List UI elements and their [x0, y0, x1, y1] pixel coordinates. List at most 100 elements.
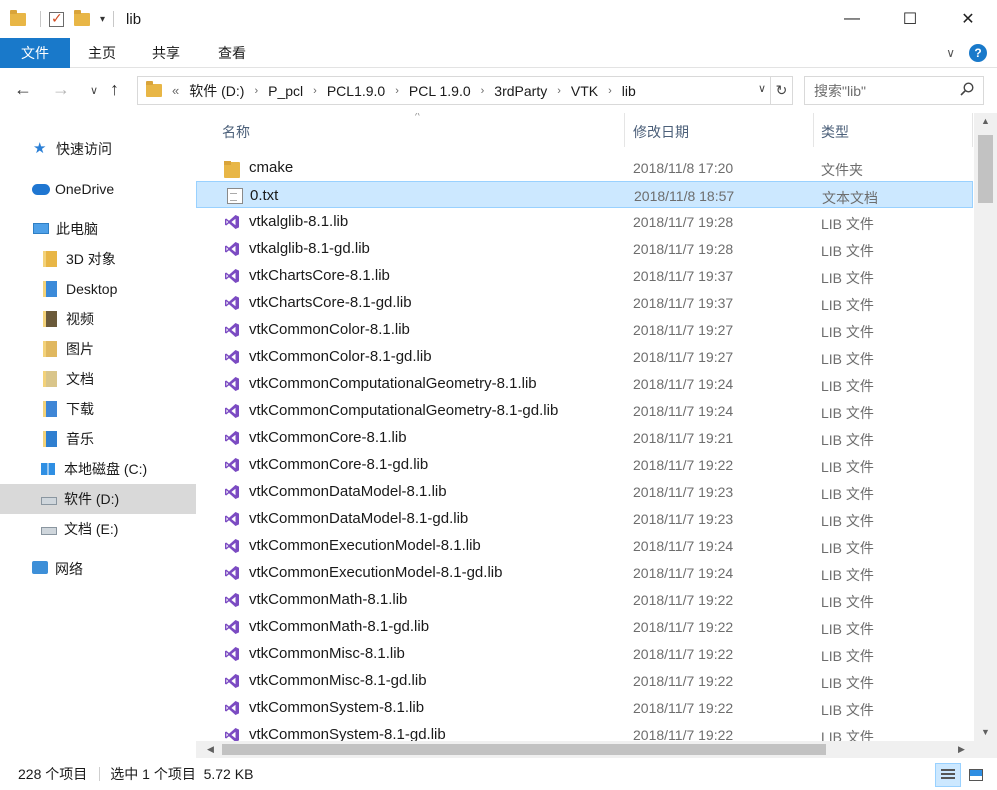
breadcrumb-item[interactable]: 3rdParty — [494, 83, 547, 99]
breadcrumb-separator-icon[interactable]: › — [313, 85, 317, 97]
breadcrumb-separator-icon[interactable]: › — [481, 85, 485, 97]
customize-toolbar-icon[interactable]: ▾ — [100, 14, 105, 25]
file-row[interactable]: vtkCommonDataModel-8.1-gd.lib 2018/11/7 1… — [196, 505, 973, 532]
file-modified-date: 2018/11/7 19:22 — [633, 457, 734, 473]
scroll-right-icon[interactable]: ▶ — [953, 741, 970, 758]
breadcrumb-item[interactable]: PCL1.9.0 — [327, 83, 385, 99]
recent-locations-button[interactable]: ∨ — [90, 84, 98, 97]
sidebar-item-network[interactable]: 网络 — [0, 554, 196, 584]
file-row[interactable]: vtkCommonMath-8.1.lib 2018/11/7 19:22 LIB … — [196, 586, 973, 613]
sidebar-item-this-pc[interactable]: 此电脑 — [0, 214, 196, 244]
details-view-button[interactable] — [935, 763, 961, 787]
sidebar-item-videos[interactable]: 视频 — [0, 304, 196, 334]
breadcrumb-item[interactable]: VTK — [571, 83, 598, 99]
breadcrumb-separator-icon[interactable]: › — [557, 85, 561, 97]
lib-file-icon — [224, 619, 240, 635]
scroll-left-icon[interactable]: ◀ — [202, 741, 219, 758]
help-icon[interactable]: ? — [969, 44, 987, 62]
scroll-up-icon[interactable]: ▲ — [974, 113, 997, 130]
large-icons-view-icon — [969, 769, 983, 781]
breadcrumb-separator-icon[interactable]: › — [254, 85, 258, 97]
tab-view[interactable]: 查看 — [218, 38, 246, 68]
new-folder-icon[interactable] — [74, 9, 90, 26]
sidebar-item-downloads[interactable]: 下载 — [0, 394, 196, 424]
file-row[interactable]: vtkCommonMath-8.1-gd.lib 2018/11/7 19:22 L… — [196, 613, 973, 640]
forward-button[interactable]: → — [52, 79, 70, 100]
breadcrumb-item[interactable]: PCL 1.9.0 — [409, 83, 471, 99]
file-row[interactable]: vtkCommonMisc-8.1-gd.lib 2018/11/7 19:22 L… — [196, 667, 973, 694]
properties-icon[interactable] — [49, 10, 64, 27]
file-row[interactable]: vtkChartsCore-8.1-gd.lib 2018/11/7 19:37 L… — [196, 289, 973, 316]
file-row[interactable]: cmake 2018/11/8 17:20 文件夹 — [196, 154, 973, 181]
breadcrumb-item[interactable]: lib — [622, 83, 636, 99]
file-modified-date: 2018/11/7 19:22 — [633, 619, 734, 635]
file-row[interactable]: vtkCommonColor-8.1-gd.lib 2018/11/7 19:27… — [196, 343, 973, 370]
sidebar-item-pictures[interactable]: 图片 — [0, 334, 196, 364]
breadcrumb-item[interactable]: P_pcl — [268, 83, 303, 99]
address-dropdown-icon[interactable]: ∨ — [758, 82, 766, 95]
file-row[interactable]: vtkalglib-8.1-gd.lib 2018/11/7 19:28 LIB 文… — [196, 235, 973, 262]
refresh-button[interactable]: ↻ — [770, 77, 792, 104]
column-divider[interactable] — [972, 113, 973, 147]
sidebar-item-quick-access[interactable]: ★ 快速访问 — [0, 134, 196, 164]
sort-ascending-icon: ^ — [415, 113, 420, 122]
up-button[interactable]: ↑ — [110, 79, 119, 100]
file-row[interactable]: vtkCommonMisc-8.1.lib 2018/11/7 19:22 LIB … — [196, 640, 973, 667]
horizontal-scrollbar[interactable]: ◀ ▶ — [196, 741, 974, 758]
file-row[interactable]: vtkCommonCore-8.1-gd.lib 2018/11/7 19:22 L… — [196, 451, 973, 478]
file-row[interactable]: vtkCommonSystem-8.1.lib 2018/11/7 19:22 LI… — [196, 694, 973, 721]
sidebar-item-drive-e[interactable]: 文档 (E:) — [0, 514, 196, 544]
search-input[interactable] — [805, 77, 955, 104]
file-row[interactable]: 0.txt 2018/11/8 18:57 文本文档 — [196, 181, 973, 208]
sidebar-item-label: 此电脑 — [56, 221, 98, 237]
minimize-button[interactable]: — — [823, 0, 881, 38]
file-row[interactable]: vtkCommonExecutionModel-8.1.lib 2018/11/7… — [196, 532, 973, 559]
file-modified-date: 2018/11/7 19:28 — [633, 214, 734, 230]
breadcrumb-overflow[interactable]: « — [172, 83, 179, 98]
sidebar-item-music[interactable]: 音乐 — [0, 424, 196, 454]
column-header-type[interactable]: 类型 — [821, 122, 849, 142]
sidebar-item-drive-d[interactable]: 软件 (D:) — [0, 484, 196, 514]
large-icons-view-button[interactable] — [963, 763, 989, 787]
sidebar-item-drive-c[interactable]: 本地磁盘 (C:) — [0, 454, 196, 484]
file-row[interactable]: vtkCommonColor-8.1.lib 2018/11/7 19:27 LIB… — [196, 316, 973, 343]
column-divider[interactable] — [813, 113, 814, 147]
scrollbar-thumb[interactable] — [978, 135, 993, 203]
address-bar[interactable]: « 软件 (D:) › P_pcl › PCL1.9.0 › PCL 1.9.0… — [137, 76, 793, 105]
sidebar-item-onedrive[interactable]: OneDrive — [0, 174, 196, 204]
pictures-icon — [43, 341, 59, 357]
file-row[interactable]: vtkCommonComputationalGeometry-8.1.lib 20… — [196, 370, 973, 397]
file-row[interactable]: vtkalglib-8.1.lib 2018/11/7 19:28 LIB 文件 — [196, 208, 973, 235]
maximize-button[interactable]: ☐ — [881, 0, 939, 38]
scroll-down-icon[interactable]: ▼ — [974, 724, 997, 741]
file-row[interactable]: vtkChartsCore-8.1.lib 2018/11/7 19:37 LIB … — [196, 262, 973, 289]
sidebar-item-documents[interactable]: 文档 — [0, 364, 196, 394]
scrollbar-thumb[interactable] — [222, 744, 826, 755]
sidebar-item-label: 文档 (E:) — [64, 521, 119, 537]
breadcrumb-separator-icon[interactable]: › — [608, 85, 612, 97]
sidebar-item-3d-objects[interactable]: 3D 对象 — [0, 244, 196, 274]
vertical-scrollbar[interactable]: ▲ ▼ — [974, 113, 997, 741]
file-name: vtkChartsCore-8.1-gd.lib — [249, 294, 412, 311]
file-name: vtkChartsCore-8.1.lib — [249, 267, 390, 284]
back-button[interactable]: ← — [14, 79, 32, 100]
sidebar-item-desktop[interactable]: Desktop — [0, 274, 196, 304]
file-row[interactable]: vtkCommonDataModel-8.1.lib 2018/11/7 19:2… — [196, 478, 973, 505]
file-row[interactable]: vtkCommonComputationalGeometry-8.1-gd.li… — [196, 397, 973, 424]
column-divider[interactable] — [624, 113, 625, 147]
file-row[interactable]: vtkCommonCore-8.1.lib 2018/11/7 19:21 LIB … — [196, 424, 973, 451]
search-icon[interactable] — [960, 82, 974, 96]
column-header-date[interactable]: 修改日期 — [633, 122, 689, 142]
tab-share[interactable]: 共享 — [152, 38, 180, 68]
breadcrumb-item[interactable]: 软件 (D:) — [189, 81, 244, 101]
file-modified-date: 2018/11/7 19:28 — [633, 241, 734, 257]
tab-file[interactable]: 文件 — [0, 38, 70, 68]
file-type: LIB 文件 — [821, 675, 874, 691]
breadcrumb-separator-icon[interactable]: › — [395, 85, 399, 97]
close-button[interactable]: ✕ — [939, 0, 997, 38]
expand-ribbon-icon[interactable]: ∨ — [946, 46, 955, 60]
column-header-name[interactable]: 名称 — [222, 122, 250, 142]
tab-home[interactable]: 主页 — [88, 38, 116, 68]
toolbar-divider — [40, 11, 41, 27]
file-row[interactable]: vtkCommonExecutionModel-8.1-gd.lib 2018/1… — [196, 559, 973, 586]
